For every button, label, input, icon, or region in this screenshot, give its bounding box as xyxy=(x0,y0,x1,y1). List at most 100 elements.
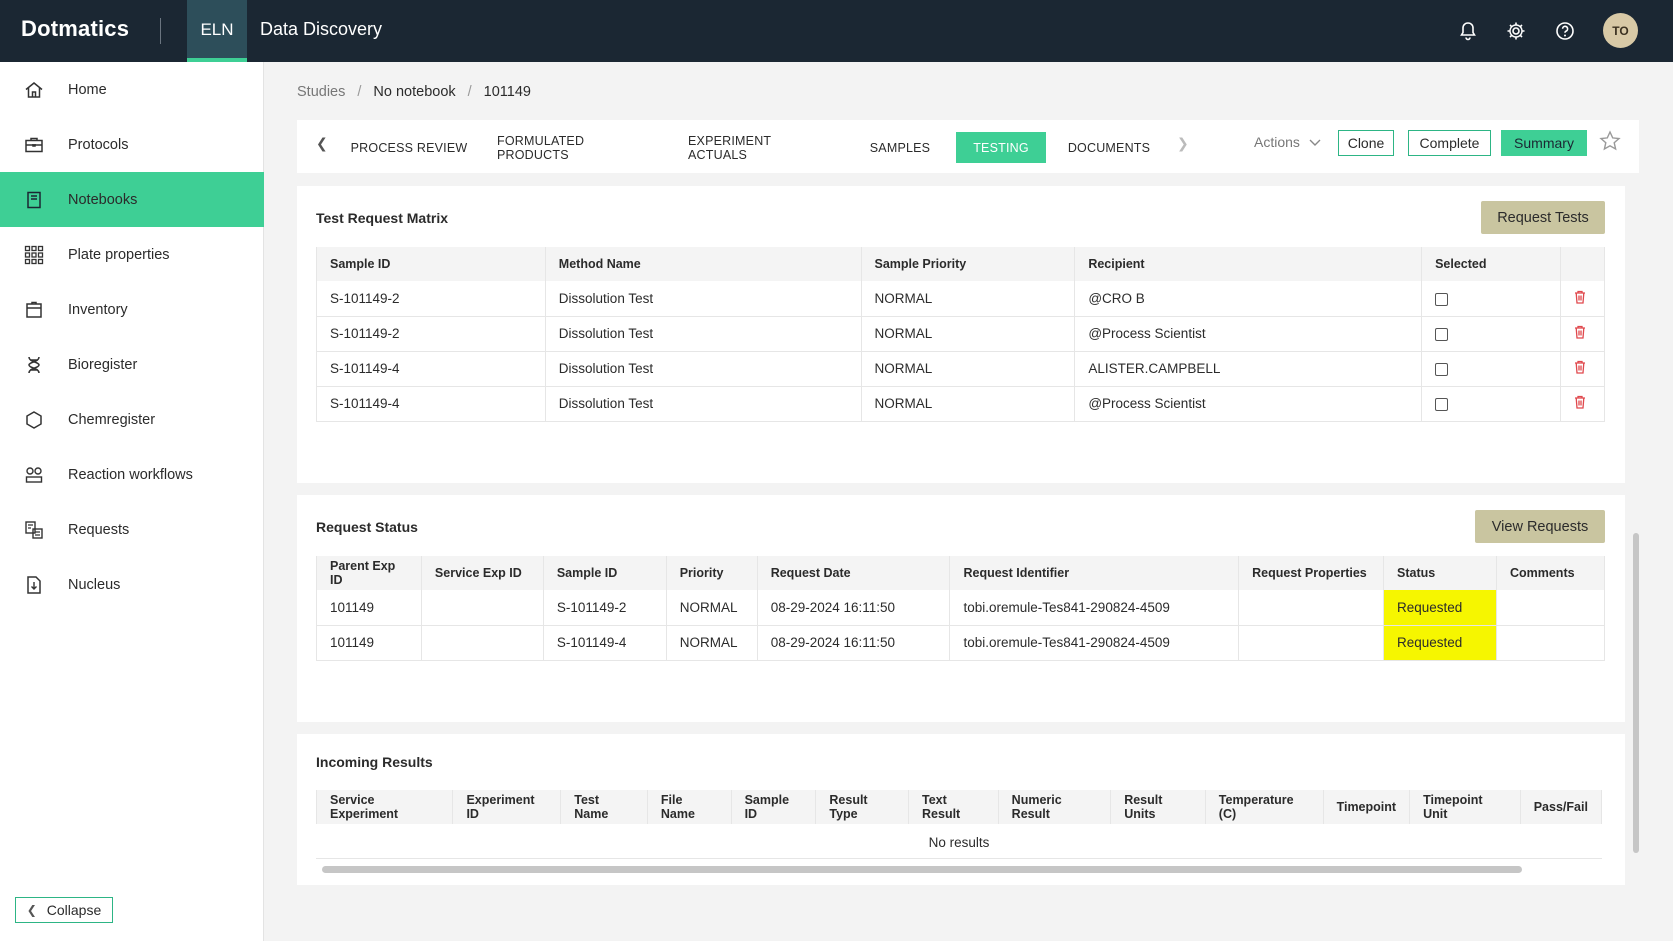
sidebar-item-notebooks[interactable]: Notebooks xyxy=(0,172,264,227)
column-header[interactable]: Result Units xyxy=(1110,790,1206,824)
bell-icon[interactable] xyxy=(1455,18,1481,44)
column-header[interactable]: Timepoint Unit xyxy=(1409,790,1521,824)
tab-samples[interactable]: SAMPLES xyxy=(863,132,937,163)
recipient-cell: @Process Scientist xyxy=(1074,386,1423,422)
select-checkbox[interactable] xyxy=(1435,327,1449,341)
help-icon[interactable] xyxy=(1552,18,1578,44)
column-header[interactable]: Request Date xyxy=(757,556,951,590)
trash-icon[interactable] xyxy=(1574,360,1586,374)
table-row: S-101149-4 Dissolution Test NORMAL @Proc… xyxy=(316,386,1606,422)
sidebar-item-plate-properties[interactable]: Plate properties xyxy=(0,227,264,282)
view-requests-button[interactable]: View Requests xyxy=(1475,510,1605,543)
method-name-cell: Dissolution Test xyxy=(545,351,862,387)
column-header[interactable]: Temperature (C) xyxy=(1205,790,1324,824)
sidebar: Home Protocols Notebooks Plate propertie… xyxy=(0,62,264,941)
column-header[interactable]: Test Name xyxy=(560,790,648,824)
notebook-icon xyxy=(24,190,44,210)
column-header[interactable]: Selected xyxy=(1421,247,1561,281)
complete-button[interactable]: Complete xyxy=(1408,130,1491,156)
column-header[interactable]: Recipient xyxy=(1074,247,1423,281)
column-header[interactable]: Status xyxy=(1383,556,1497,590)
request-date-cell: 08-29-2024 16:11:50 xyxy=(757,625,951,661)
tab-experiment-actuals[interactable]: EXPERIMENT ACTUALS xyxy=(688,132,828,163)
sample-id-cell: S-101149-2 xyxy=(316,316,546,352)
select-checkbox[interactable] xyxy=(1435,292,1449,306)
data-discovery-link[interactable]: Data Discovery xyxy=(260,19,382,40)
sidebar-item-bioregister[interactable]: Bioregister xyxy=(0,337,264,392)
gear-icon[interactable] xyxy=(1503,18,1529,44)
comments-cell xyxy=(1496,625,1606,661)
column-header[interactable]: Service Exp ID xyxy=(421,556,544,590)
trash-icon[interactable] xyxy=(1574,290,1586,304)
column-header[interactable]: Comments xyxy=(1496,556,1606,590)
column-header[interactable]: File Name xyxy=(647,790,732,824)
tabs-scroll-right-icon[interactable]: ❯ xyxy=(1177,135,1189,152)
priority-cell: NORMAL xyxy=(861,351,1076,387)
sidebar-item-requests[interactable]: Requests xyxy=(0,502,264,557)
collapse-button[interactable]: ❮ Collapse xyxy=(15,897,113,923)
sidebar-item-label: Requests xyxy=(68,521,130,538)
dotmatics-logo[interactable]: Dotmatics xyxy=(21,16,129,42)
sidebar-item-inventory[interactable]: Inventory xyxy=(0,282,264,337)
column-header[interactable]: Sample ID xyxy=(316,247,546,281)
select-checkbox[interactable] xyxy=(1435,397,1449,411)
trash-icon[interactable] xyxy=(1574,395,1586,409)
eln-tab[interactable]: ELN xyxy=(187,0,247,62)
column-header[interactable]: Sample Priority xyxy=(861,247,1076,281)
request-date-cell: 08-29-2024 16:11:50 xyxy=(757,590,951,626)
column-header[interactable]: Priority xyxy=(666,556,758,590)
table-row: S-101149-4 Dissolution Test NORMAL ALIST… xyxy=(316,351,1606,387)
status-cell: Requested xyxy=(1383,625,1497,661)
vertical-scrollbar[interactable] xyxy=(1633,533,1639,853)
sidebar-item-protocols[interactable]: Protocols xyxy=(0,117,264,172)
actions-dropdown[interactable]: Actions xyxy=(1254,134,1322,150)
column-header[interactable]: Method Name xyxy=(545,247,862,281)
column-header[interactable]: Request Identifier xyxy=(949,556,1240,590)
tab-formulated-products[interactable]: FORMULATED PRODUCTS xyxy=(497,132,651,163)
star-icon[interactable] xyxy=(1599,130,1621,155)
test-request-matrix-panel: Test Request Matrix Request Tests Sample… xyxy=(297,186,1625,483)
column-header[interactable]: Service Experiment xyxy=(315,790,454,824)
briefcase-icon xyxy=(24,135,44,155)
column-header[interactable]: Result Type xyxy=(815,790,910,824)
select-checkbox[interactable] xyxy=(1435,362,1449,376)
column-header[interactable]: Experiment ID xyxy=(452,790,562,824)
table-header-row: Parent Exp ID Service Exp ID Sample ID P… xyxy=(316,556,1606,590)
tab-process-review[interactable]: PROCESS REVIEW xyxy=(347,132,471,163)
column-header[interactable]: Text Result xyxy=(908,790,999,824)
sidebar-item-home[interactable]: Home xyxy=(0,62,264,117)
sample-id-cell: S-101149-4 xyxy=(543,625,667,661)
logo-divider xyxy=(160,18,161,44)
column-header[interactable]: Numeric Result xyxy=(998,790,1112,824)
sidebar-item-chemregister[interactable]: Chemregister xyxy=(0,392,264,447)
clone-button[interactable]: Clone xyxy=(1338,130,1394,156)
request-tests-button[interactable]: Request Tests xyxy=(1481,201,1605,234)
service-exp-id-cell xyxy=(421,625,544,661)
sidebar-item-label: Reaction workflows xyxy=(68,466,193,483)
user-avatar[interactable]: TO xyxy=(1603,13,1638,48)
top-bar: Dotmatics ELN Data Discovery TO xyxy=(0,0,1673,62)
sidebar-item-nucleus[interactable]: Nucleus xyxy=(0,557,264,612)
breadcrumb-studies[interactable]: Studies xyxy=(297,84,345,100)
trash-icon[interactable] xyxy=(1574,325,1586,339)
priority-cell: NORMAL xyxy=(666,625,758,661)
breadcrumb-notebook[interactable]: No notebook xyxy=(373,84,455,100)
column-header[interactable]: Sample ID xyxy=(731,790,817,824)
workflow-icon xyxy=(24,465,44,485)
tabs-scroll-left-icon[interactable]: ❮ xyxy=(316,135,328,152)
tab-documents[interactable]: DOCUMENTS xyxy=(1065,132,1153,163)
tab-testing[interactable]: TESTING xyxy=(956,132,1046,163)
column-header[interactable]: Pass/Fail xyxy=(1520,790,1603,824)
column-header[interactable]: Request Properties xyxy=(1238,556,1385,590)
summary-button[interactable]: Summary xyxy=(1501,130,1587,156)
column-header[interactable]: Sample ID xyxy=(543,556,667,590)
sample-id-cell: S-101149-4 xyxy=(316,386,546,422)
breadcrumb-separator: / xyxy=(357,84,362,100)
experiment-tab-bar: ❮ PROCESS REVIEW FORMULATED PRODUCTS EXP… xyxy=(297,120,1639,173)
request-identifier-cell: tobi.oremule-Tes841-290824-4509 xyxy=(949,590,1240,626)
horizontal-scrollbar[interactable] xyxy=(322,866,1522,873)
column-header[interactable]: Timepoint xyxy=(1323,790,1411,824)
sidebar-item-reaction-workflows[interactable]: Reaction workflows xyxy=(0,447,264,502)
column-header[interactable]: Parent Exp ID xyxy=(316,556,422,590)
no-results-message: No results xyxy=(316,826,1602,859)
